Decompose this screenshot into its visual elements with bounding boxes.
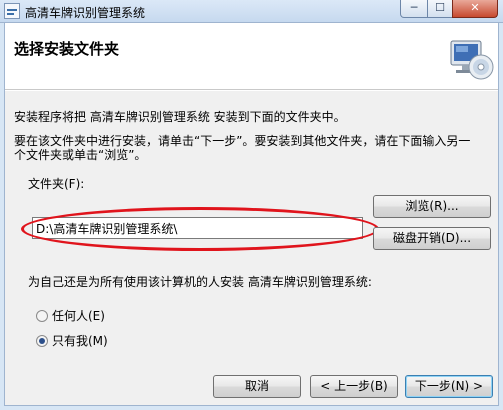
disk-cost-button[interactable]: 磁盘开销(D)... [373,227,491,250]
browse-button[interactable]: 浏览(R)... [373,195,491,218]
folder-label: 文件夹(F): [28,177,85,191]
radio-button-only-me[interactable] [36,335,48,347]
back-button[interactable]: < 上一步(B) [310,375,398,398]
computer-cd-icon [450,40,494,80]
intro-text: 安装程序将把 高清车牌识别管理系统 安装到下面的文件夹中。 [14,110,346,124]
title-bar[interactable]: 高清车牌识别管理系统 ─ ☐ ✕ [0,0,503,23]
installer-dialog: 选择安装文件夹 安装程序将把 高清车牌识别管理系统 安装到下面的文件夹中。 要在… [4,22,499,406]
radio-label-everyone: 任何人(E) [52,309,105,323]
radio-label-only-me: 只有我(M) [52,334,108,348]
radio-button-everyone[interactable] [36,310,48,322]
next-button[interactable]: 下一步(N) > [405,375,493,398]
dialog-header: 选择安装文件夹 [5,23,498,90]
page-title: 选择安装文件夹 [14,40,120,58]
maximize-button[interactable]: ☐ [427,0,453,18]
close-button[interactable]: ✕ [452,0,498,18]
instruction-text-line2: 个文件夹或单击“浏览”。 [14,148,147,162]
installer-app-icon [4,3,20,19]
cancel-button[interactable]: 取消 [213,375,301,398]
window-title: 高清车牌识别管理系统 [25,6,146,20]
install-for-question: 为自己还是为所有使用该计算机的人安装 高清车牌识别管理系统: [28,275,372,289]
minimize-button[interactable]: ─ [400,0,428,18]
folder-path-input[interactable] [32,217,363,239]
header-separator [5,89,498,91]
instruction-text-line1: 要在该文件夹中进行安装，请单击“下一步”。要安装到其他文件夹，请在下面输入另一 [14,134,471,148]
